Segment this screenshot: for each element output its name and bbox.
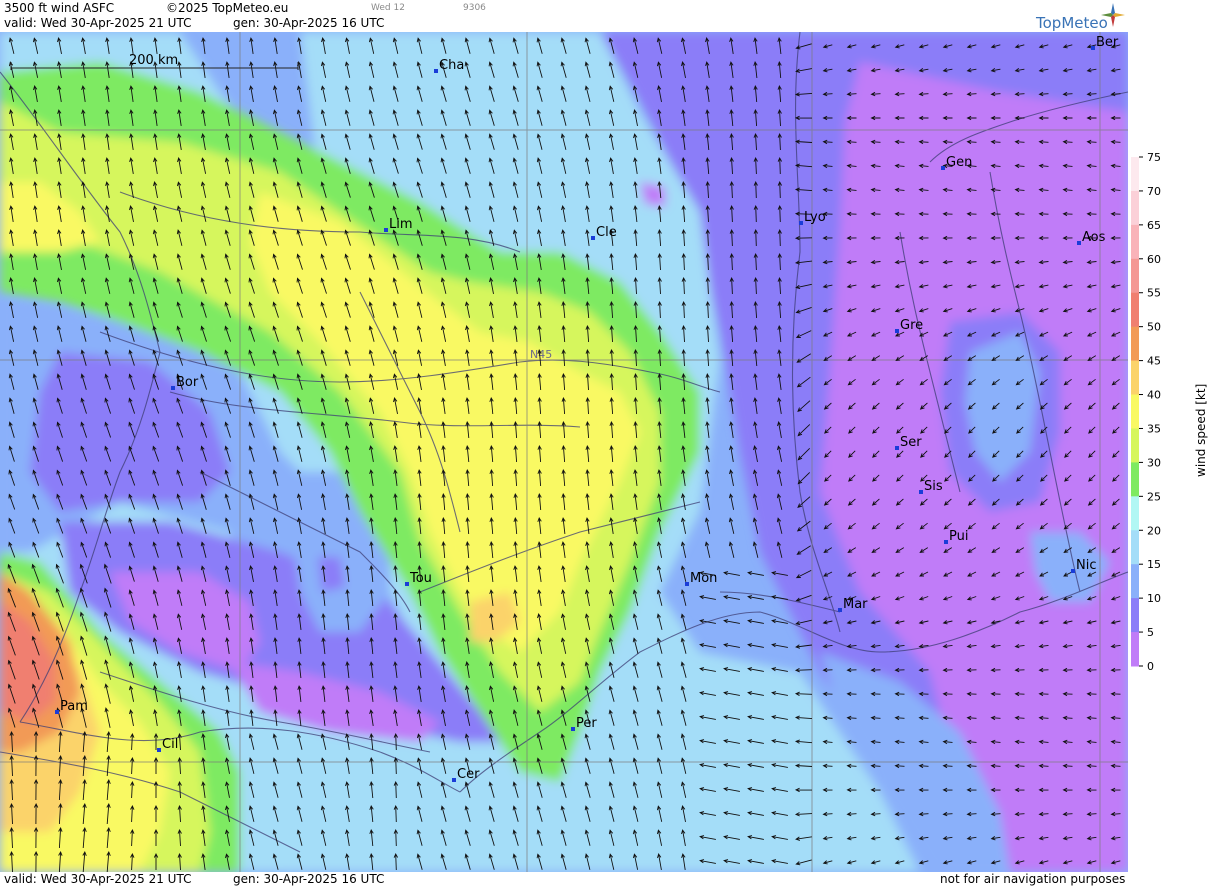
legend-svg: 757065605550454035302520151050 wind spee… [1131, 151, 1208, 673]
city-marker [919, 490, 923, 494]
legend-color-swatch [1131, 292, 1139, 328]
city-label: Bor [176, 375, 199, 390]
legend-color-swatch [1131, 394, 1139, 429]
city-label: Gre [900, 318, 923, 333]
wind-speed-legend: 75 70 65 60 55 50 45 40 35 30 25 20 15 10 5 0 wind spee… [1128, 0, 1219, 887]
city-label: Sis [924, 479, 943, 494]
legend-color-swatch [1131, 360, 1139, 396]
legend-title: wind speed [kt] [1194, 384, 1208, 477]
grid-label-n45: N45 [530, 348, 552, 361]
legend-color-swatch [1131, 224, 1139, 260]
city-label: Cha [439, 58, 464, 73]
legend-tick-label: 75 [1147, 151, 1161, 164]
scale-bar-label: 200 km [129, 53, 178, 68]
city-marker [1091, 46, 1095, 50]
legend-color-bar [1131, 157, 1139, 667]
city-marker [895, 329, 899, 333]
city-marker [384, 228, 388, 232]
legend-tick-label: 30 [1147, 456, 1161, 469]
legend-tick-label: 25 [1147, 490, 1161, 503]
legend-tick-label: 60 [1147, 253, 1161, 266]
city-label: Pui [949, 529, 968, 544]
copyright-text: ©2025 TopMeteo.eu [166, 1, 289, 15]
city-marker [799, 221, 803, 225]
legend-tick-label: 0 [1147, 660, 1154, 673]
city-marker [55, 710, 59, 714]
city-marker [571, 727, 575, 731]
legend-tick-label: 10 [1147, 592, 1161, 605]
legend-tick-label: 40 [1147, 389, 1161, 402]
legend-tick-label: 50 [1147, 321, 1161, 334]
legend-color-swatch [1131, 496, 1139, 531]
legend-color-swatch [1131, 598, 1139, 633]
city-marker [591, 236, 595, 240]
city-label: Pam [60, 699, 88, 714]
generated-time: gen: 30-Apr-2025 16 UTC [233, 872, 385, 886]
city-label: Cle [596, 225, 617, 240]
city-label: Mon [690, 571, 717, 586]
legend-ticks: 757065605550454035302520151050 [1139, 151, 1161, 673]
city-label: Cil [162, 737, 178, 752]
generated-time: gen: 30-Apr-2025 16 UTC [233, 16, 385, 30]
legend-tick-label: 15 [1147, 558, 1161, 571]
city-marker [944, 540, 948, 544]
legend-color-swatch [1131, 632, 1139, 667]
topmeteo-logo[interactable]: TopMeteo [1036, 14, 1108, 32]
legend-color-swatch [1131, 462, 1139, 497]
city-label: Tou [409, 571, 432, 586]
map-footer: valid: Wed 30-Apr-2025 21 UTC gen: 30-Ap… [0, 872, 1128, 887]
city-marker [941, 166, 945, 170]
city-marker [405, 582, 409, 586]
wind-map-svg: N45 200 km Cha Ber Gen Lyo Lim Cle Aos Gre Bor Se… [0, 32, 1128, 872]
legend-color-swatch [1131, 190, 1139, 226]
product-title: 3500 ft wind ASFC [4, 1, 115, 15]
city-marker [838, 608, 842, 612]
small-label: 9306 [463, 3, 486, 13]
legend-color-swatch [1131, 564, 1139, 599]
legend-tick-label: 5 [1147, 626, 1154, 639]
city-label: Mar [843, 597, 868, 612]
legend-color-swatch [1131, 258, 1139, 294]
legend-tick-label: 35 [1147, 422, 1161, 435]
city-marker [685, 582, 689, 586]
city-marker [157, 748, 161, 752]
city-label: Ber [1096, 35, 1119, 50]
legend-tick-label: 55 [1147, 287, 1161, 300]
compass-star-icon [1101, 3, 1125, 27]
city-label: Per [576, 716, 597, 731]
city-marker [452, 778, 456, 782]
city-marker [1071, 569, 1075, 573]
valid-time: valid: Wed 30-Apr-2025 21 UTC [4, 16, 192, 30]
city-marker [1077, 241, 1081, 245]
disclaimer-text: not for air navigation purposes [940, 872, 1126, 886]
legend-color-swatch [1131, 530, 1139, 565]
city-label: Aos [1082, 230, 1106, 245]
city-label: Cer [457, 767, 480, 782]
legend-tick-label: 20 [1147, 524, 1161, 537]
valid-time: valid: Wed 30-Apr-2025 21 UTC [4, 872, 192, 886]
legend-tick-label: 45 [1147, 355, 1161, 368]
wind-map[interactable]: N45 200 km Cha Ber Gen Lyo Lim Cle Aos Gre Bor Se… [0, 32, 1128, 872]
legend-tick-label: 65 [1147, 219, 1161, 232]
city-label: Ser [900, 435, 922, 450]
city-label: Lyo [804, 210, 826, 225]
city-marker [171, 386, 175, 390]
city-label: Nic [1076, 558, 1096, 573]
map-header: 3500 ft wind ASFC ©2025 TopMeteo.eu Wed … [0, 0, 1128, 32]
city-label: Gen [946, 155, 972, 170]
legend-tick-label: 70 [1147, 185, 1161, 198]
legend-color-swatch [1131, 157, 1139, 192]
city-marker [895, 446, 899, 450]
small-label: Wed 12 [371, 3, 405, 13]
legend-color-swatch [1131, 326, 1139, 362]
city-marker [434, 69, 438, 73]
legend-color-swatch [1131, 428, 1139, 463]
city-label: Lim [389, 217, 413, 232]
